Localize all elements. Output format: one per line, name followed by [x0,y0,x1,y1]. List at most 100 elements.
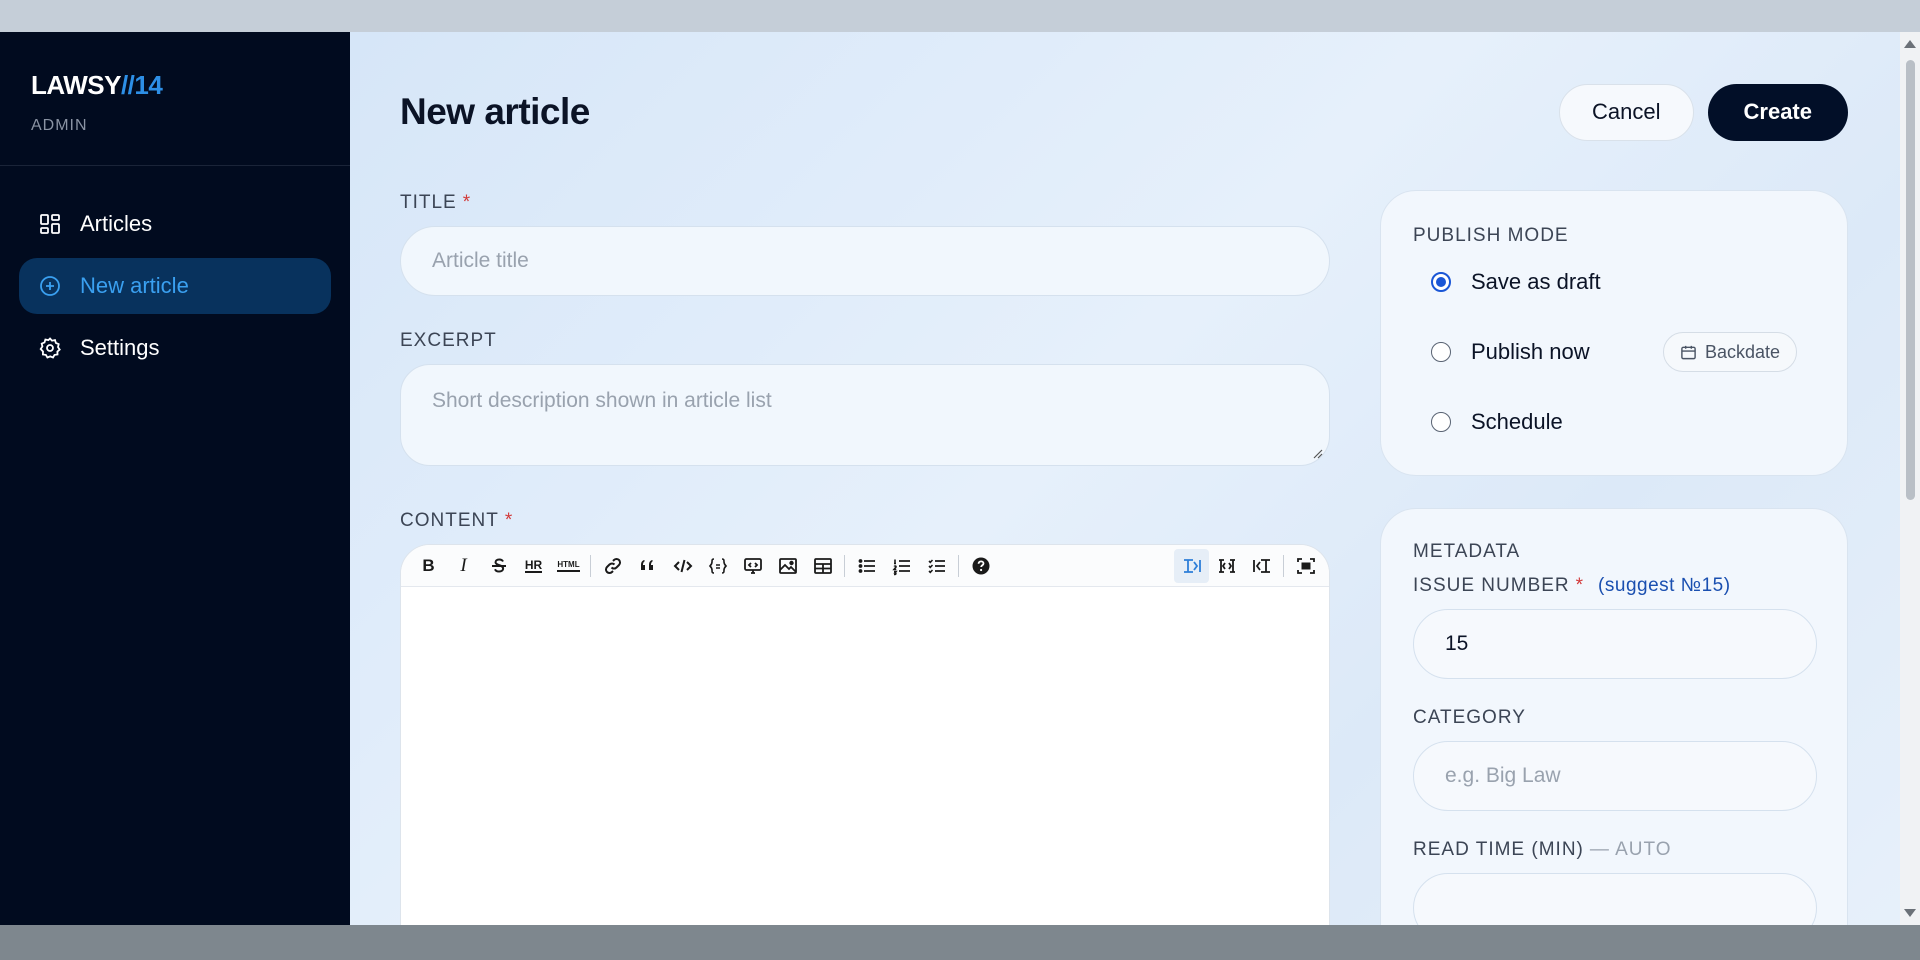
read-time-input[interactable] [1413,873,1817,925]
brand: LAWSY //14 ADMIN [0,32,350,166]
title-input[interactable]: Article title [400,226,1330,296]
category-label-text: CATEGORY [1413,707,1526,728]
excerpt-textarea[interactable]: Short description shown in article list [400,364,1330,466]
publish-mode-title: PUBLISH MODE [1413,225,1569,246]
category-label: CATEGORY [1413,707,1815,729]
toolbar-separator [844,554,845,577]
code-icon [673,559,692,572]
side-by-side-icon [1218,559,1235,573]
edit-mode-icon [1183,559,1201,573]
create-button[interactable]: Create [1707,83,1848,141]
scroll-down-icon[interactable] [1904,909,1916,917]
sidebar-item-label: New article [80,273,189,298]
bold-button[interactable]: B [411,549,446,583]
image-icon [778,557,797,574]
publish-option-schedule[interactable]: Schedule [1413,387,1815,457]
sidebar-item-articles[interactable]: Articles [19,196,331,252]
app-window: LAWSY //14 ADMIN Articles New article Se… [0,32,1920,925]
fullscreen-button[interactable] [1288,549,1323,583]
grid-icon [40,214,60,234]
code-button[interactable] [665,549,700,583]
side-by-side-button[interactable] [1209,549,1244,583]
link-button[interactable] [595,549,630,583]
required-mark: * [1575,575,1585,596]
toolbar-separator [590,554,591,577]
title-placeholder: Article title [432,249,529,272]
edit-mode-button[interactable] [1174,549,1209,583]
browser-top-bar [0,0,1920,32]
title-label: TITLE * [400,192,1330,214]
image-button[interactable] [770,549,805,583]
publish-mode-card: PUBLISH MODE Save as draft Publish now B… [1380,190,1848,476]
task-list-icon [927,558,945,573]
excerpt-label: EXCERPT [400,330,1330,352]
table-button[interactable] [805,549,840,583]
help-icon [972,557,989,574]
scrollbar-thumb[interactable] [1906,60,1915,500]
help-button[interactable] [963,549,998,583]
preview-mode-button[interactable] [1244,549,1279,583]
brand-name-accent: //14 [120,70,163,100]
italic-button[interactable]: I [446,549,481,583]
issue-suggest-link[interactable]: (suggest №15) [1598,575,1731,597]
strikethrough-button[interactable] [481,549,516,583]
table-icon [813,557,832,574]
sidebar-item-new-article[interactable]: New article [19,258,331,314]
required-mark: * [504,510,514,531]
editor-view-controls [1174,549,1323,583]
radio-publish-now[interactable] [1431,342,1451,362]
code-block-button[interactable] [700,549,735,583]
excerpt-placeholder: Short description shown in article list [432,389,772,412]
backdate-label: Backdate [1704,341,1780,362]
sidebar: LAWSY //14 ADMIN Articles New article Se… [0,32,350,925]
horizontal-rule-button[interactable]: HR [516,549,551,583]
radio-draft[interactable] [1431,272,1451,292]
sidebar-item-label: Articles [80,211,153,236]
backdate-button[interactable]: Backdate [1662,332,1797,372]
radio-label: Schedule [1471,409,1563,434]
resize-handle-icon[interactable] [1311,447,1323,459]
page-title: New article [400,91,590,132]
quote-icon [640,559,653,570]
publish-option-draft[interactable]: Save as draft [1413,247,1815,317]
taskbar [0,925,1920,960]
read-time-label: READ TIME (MIN) — AUTO [1413,839,1815,861]
bold-icon: B [422,555,435,575]
metadata-title: METADATA [1413,541,1521,562]
bullet-list-button[interactable] [849,549,884,583]
sidebar-item-settings[interactable]: Settings [19,320,331,376]
read-time-label-text: READ TIME (MIN) [1413,839,1584,860]
issue-number-input[interactable]: 15 [1413,609,1817,679]
page-header: New article Cancel Create [400,82,1848,142]
issue-number-label: ISSUE NUMBER * (suggest №15) [1413,575,1815,597]
title-label-text: TITLE [400,192,457,213]
html-button[interactable]: HTML [551,549,586,583]
sidebar-nav: Articles New article Settings [0,166,350,376]
editor-toolbar: B I HR HTML [401,545,1329,587]
sidebar-item-label: Settings [80,335,160,360]
fullscreen-icon [1296,558,1315,574]
hr-icon: HR [524,557,543,573]
toolbar-separator [1283,555,1284,577]
category-input[interactable]: e.g. Big Law [1413,741,1817,811]
link-icon [604,557,621,574]
radio-schedule[interactable] [1431,412,1451,432]
toolbar-separator [958,554,959,577]
italic-icon: I [460,554,467,576]
preview-button[interactable] [735,549,770,583]
main-content: New article Cancel Create TITLE * Articl… [350,32,1920,925]
content-label-text: CONTENT [400,510,499,531]
preview-mode-icon [1252,559,1270,573]
scroll-up-icon[interactable] [1904,40,1916,48]
code-block-icon [708,557,727,574]
cancel-button[interactable]: Cancel [1559,83,1694,141]
excerpt-label-text: EXCERPT [400,330,497,351]
numbered-list-button[interactable] [884,549,919,583]
preview-icon [743,557,762,574]
quote-button[interactable] [630,549,665,583]
publish-option-now[interactable]: Publish now Backdate [1413,317,1815,387]
brand-subtitle: ADMIN [31,117,88,134]
page-scrollbar[interactable] [1900,32,1920,925]
content-editor: B I HR HTML [400,544,1330,925]
task-list-button[interactable] [919,549,954,583]
